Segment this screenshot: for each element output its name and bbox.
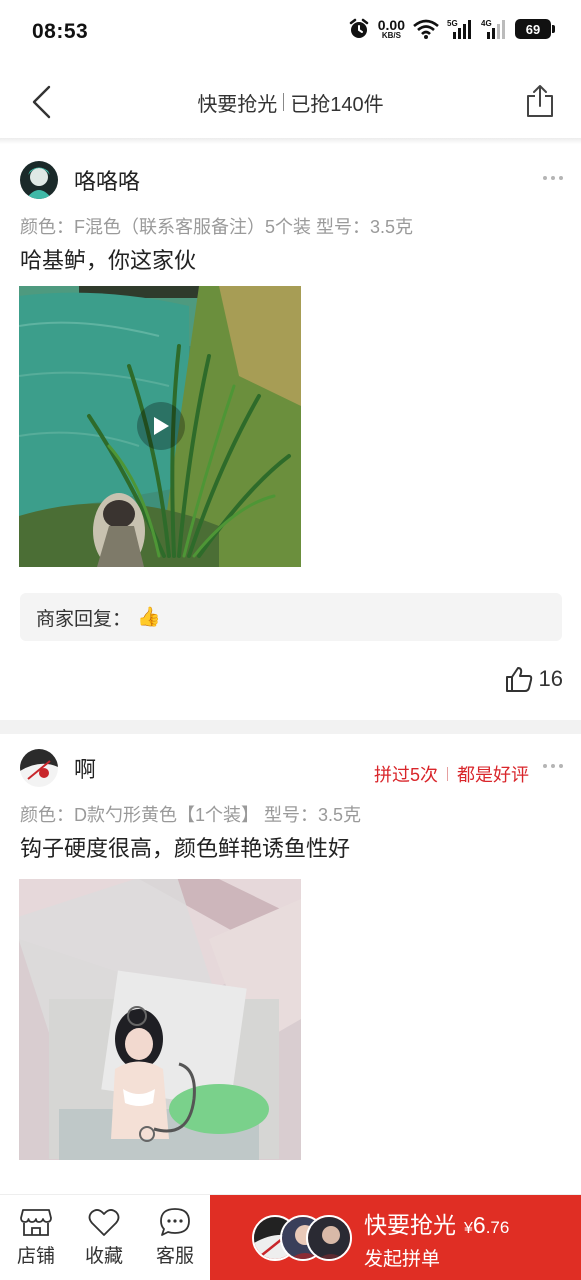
- store-icon: [20, 1209, 52, 1236]
- review-video[interactable]: [19, 286, 301, 567]
- more-options-icon[interactable]: [543, 176, 563, 180]
- section-divider: [0, 720, 581, 734]
- reviewer-badges: 拼过5次 都是好评: [374, 761, 529, 787]
- net-speed-unit: KB/S: [381, 31, 401, 40]
- like-count: 16: [538, 666, 563, 691]
- battery-icon: 69: [515, 19, 555, 39]
- review-image[interactable]: [19, 879, 301, 1160]
- tab-favorite-label: 收藏: [84, 1246, 123, 1267]
- tab-customer-service[interactable]: 客服: [145, 1207, 205, 1268]
- status-icons: 0.00 KB/S 5G 4G 69: [348, 18, 555, 40]
- badge-group-count: 拼过5次: [373, 765, 438, 785]
- product-spec: 颜色：D款勺形黄色【1个装】 型号：3.5克: [20, 805, 362, 825]
- buyer-avatars: [252, 1213, 352, 1263]
- bottom-bar: 店铺 收藏 客服 快要抢光 ¥ 6 .76 发起拼单: [0, 1194, 581, 1280]
- signal-5g-icon: 5G: [447, 18, 473, 40]
- status-time: 08:53: [32, 20, 89, 43]
- header: 快要抢光 已抢140件: [0, 64, 581, 140]
- title-left: 快要抢光: [197, 93, 278, 116]
- status-bar: 08:53 0.00 KB/S 5G 4G 69: [0, 0, 581, 64]
- review-card: 咯咯咯 颜色：F混色（联系客服备注）5个装 型号：3.5克 哈基鲈，你这家伙 商…: [0, 150, 581, 692]
- net-speed-value: 0.00: [377, 17, 405, 33]
- buy-subtitle: 发起拼单: [364, 1248, 441, 1270]
- price-integer: 6: [472, 1211, 486, 1238]
- review-header: 啊 拼过5次 都是好评: [0, 738, 581, 798]
- signal-4g-icon: 4G: [481, 18, 507, 40]
- merchant-reply: 商家回复： 👍: [20, 593, 562, 641]
- tab-store-label: 店铺: [16, 1246, 55, 1267]
- merchant-reply-label: 商家回复：: [36, 608, 132, 630]
- heart-icon: [88, 1209, 120, 1236]
- chevron-left-icon: [32, 85, 51, 119]
- review-header: 咯咯咯: [0, 150, 581, 210]
- buy-title: 快要抢光: [364, 1211, 456, 1238]
- net-speed: 0.00 KB/S: [378, 18, 405, 40]
- chat-icon: [160, 1208, 190, 1236]
- avatar[interactable]: [20, 749, 58, 787]
- back-button[interactable]: [26, 84, 56, 120]
- header-shadow: [0, 138, 581, 144]
- thumbs-up-emoji: 👍: [137, 607, 161, 628]
- price-decimal: .76: [485, 1217, 510, 1237]
- title-separator: [283, 93, 285, 111]
- group-buy-button[interactable]: 快要抢光 ¥ 6 .76 发起拼单: [210, 1195, 581, 1280]
- play-icon[interactable]: [137, 402, 185, 450]
- price-currency: ¥: [464, 1219, 473, 1237]
- review-text: 钩子硬度很高，颜色鲜艳诱鱼性好: [20, 836, 351, 861]
- avatar: [306, 1215, 352, 1261]
- alarm-icon: [348, 18, 370, 40]
- product-spec: 颜色：F混色（联系客服备注）5个装 型号：3.5克: [20, 217, 414, 237]
- like-button[interactable]: 16: [505, 666, 563, 692]
- review-text: 哈基鲈，你这家伙: [20, 248, 197, 273]
- wifi-icon: [413, 19, 439, 39]
- username[interactable]: 咯咯咯: [74, 164, 140, 196]
- username[interactable]: 啊: [74, 752, 96, 784]
- group-buy-text: 快要抢光 ¥ 6 .76 发起拼单: [364, 1206, 509, 1271]
- tab-favorite[interactable]: 收藏: [74, 1207, 134, 1268]
- svg-text:5G: 5G: [447, 19, 458, 28]
- page-title: 快要抢光 已抢140件: [197, 88, 384, 117]
- svg-text:4G: 4G: [481, 19, 492, 28]
- share-icon: [527, 85, 553, 117]
- badge-separator: [447, 767, 448, 781]
- avatar[interactable]: [20, 161, 58, 199]
- tab-store[interactable]: 店铺: [6, 1207, 66, 1268]
- badge-good-review: 都是好评: [457, 765, 529, 785]
- thumbs-up-icon: [505, 667, 532, 692]
- review-card: 啊 拼过5次 都是好评 颜色：D款勺形黄色【1个装】 型号：3.5克 钩子硬度很…: [0, 738, 581, 1160]
- title-right: 已抢140件: [290, 93, 384, 116]
- share-button[interactable]: [523, 82, 557, 120]
- more-options-icon[interactable]: [543, 764, 563, 768]
- tab-customer-service-label: 客服: [155, 1246, 194, 1267]
